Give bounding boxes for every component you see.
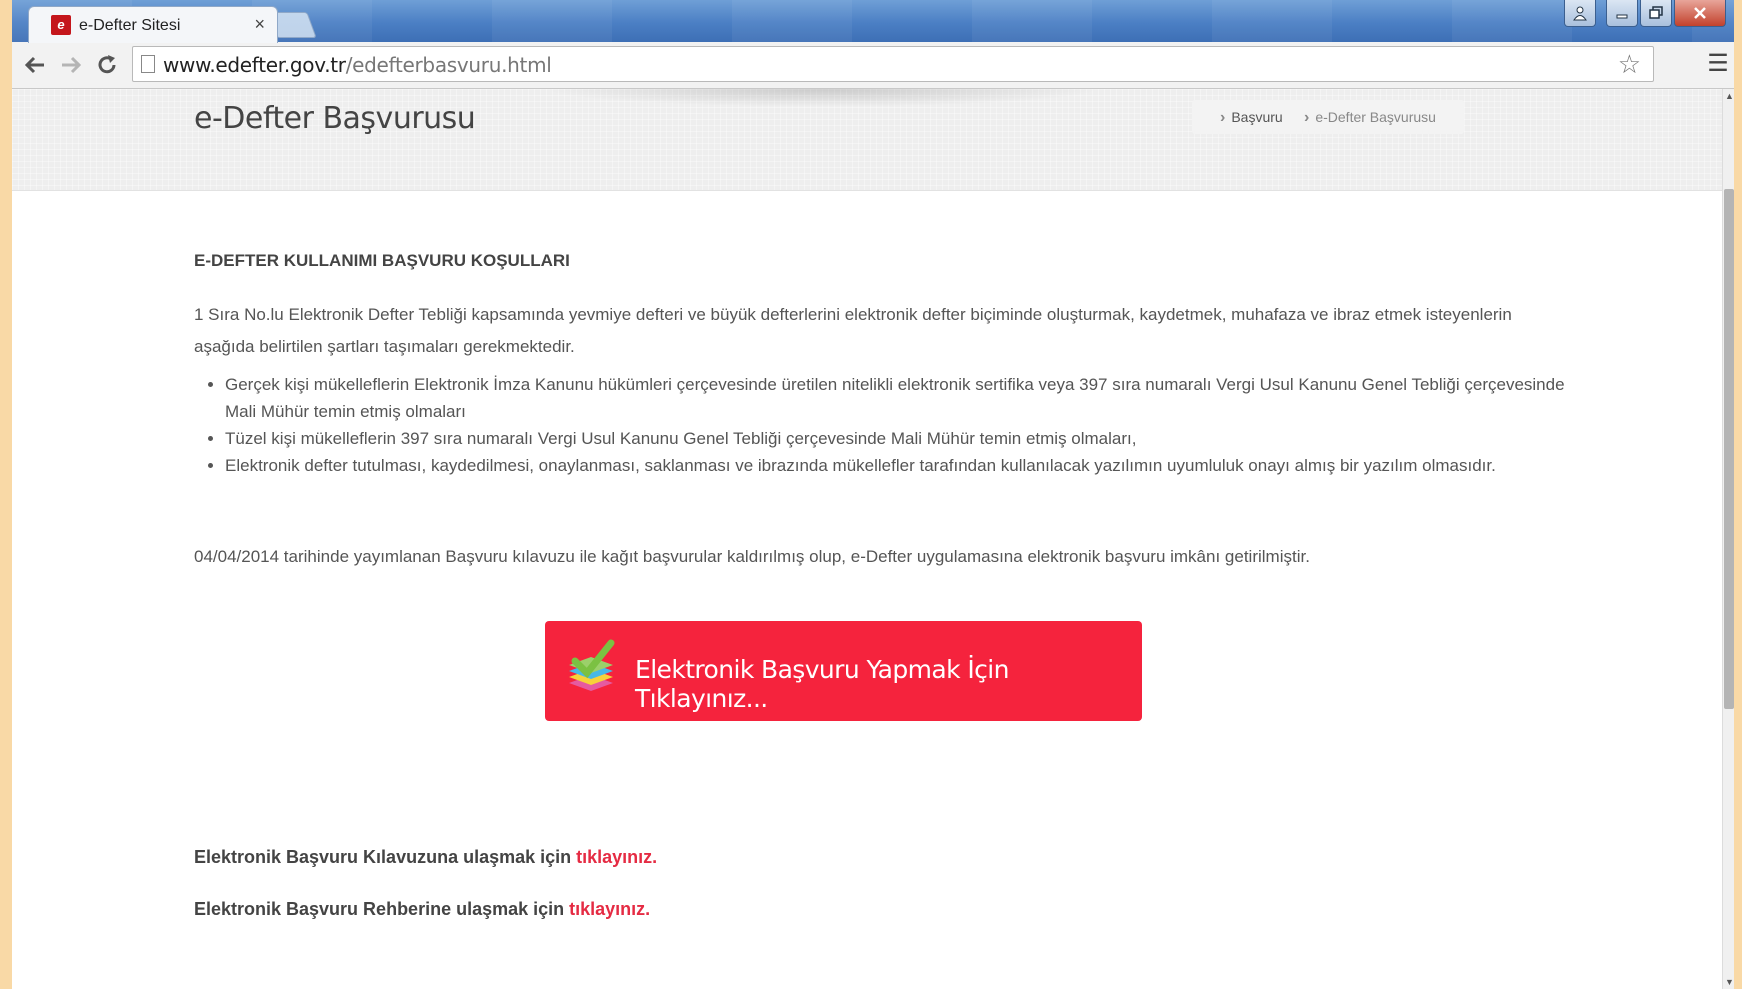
checklist-books-icon <box>569 639 615 691</box>
manual-link[interactable]: tıklayınız. <box>569 899 650 919</box>
manual-line: Elektronik Başvuru Rehberine ulaşmak içi… <box>194 899 651 919</box>
reload-icon[interactable] <box>92 50 122 80</box>
browser-toolbar: www.edefter.gov.tr/edefterbasvuru.html ☆… <box>12 42 1734 89</box>
list-item: Gerçek kişi mükelleflerin Elektronik İmz… <box>225 371 1565 425</box>
favicon-icon: e <box>51 15 71 35</box>
section-title: E-DEFTER KULLANIMI BAŞVURU KOŞULLARI <box>194 251 570 270</box>
browser-window: e e-Defter Sitesi × www.edefter.gov.tr/e… <box>12 0 1734 989</box>
list-item: Tüzel kişi mükelleflerin 397 sıra numara… <box>225 425 1565 452</box>
title-bar: e e-Defter Sitesi × <box>12 0 1734 43</box>
url-text[interactable]: www.edefter.gov.tr/edefterbasvuru.html <box>163 53 552 77</box>
window-controls <box>1564 0 1726 28</box>
maximize-icon[interactable] <box>1640 0 1672 27</box>
arrow-right-icon[interactable] <box>56 50 86 80</box>
guide-link[interactable]: tıklayınız. <box>576 847 657 867</box>
breadcrumb-item-basvuru[interactable]: › Başvuru <box>1220 100 1283 135</box>
conditions-list: Gerçek kişi mükelleflerin Elektronik İmz… <box>194 371 1565 479</box>
apply-button[interactable]: Elektronik Başvuru Yapmak İçin Tıklayını… <box>545 621 1142 721</box>
scrollbar-thumb[interactable] <box>1724 189 1734 709</box>
breadcrumb: › Başvuru › e-Defter Başvurusu <box>1192 100 1464 134</box>
user-icon[interactable] <box>1564 0 1596 27</box>
star-icon[interactable]: ☆ <box>1618 49 1641 80</box>
tab-close-icon[interactable]: × <box>254 14 265 35</box>
minimize-icon[interactable] <box>1606 0 1638 27</box>
page-title: e-Defter Başvurusu <box>194 101 476 136</box>
note-text: 04/04/2014 tarihinde yayımlanan Başvuru … <box>194 547 1310 566</box>
breadcrumb-item-current: › e-Defter Başvurusu <box>1304 109 1436 126</box>
tab-title: e-Defter Sitesi <box>79 17 181 34</box>
chevron-right-icon: › <box>1304 109 1310 126</box>
list-item: Elektronik defter tutulması, kaydedilmes… <box>225 452 1565 479</box>
arrow-left-icon[interactable] <box>20 50 50 80</box>
chevron-right-icon: › <box>1220 109 1226 126</box>
intro-text: 1 Sıra No.lu Elektronik Defter Tebliği k… <box>194 305 1512 356</box>
page-header: e-Defter Başvurusu › Başvuru › e-Defter Ba… <box>12 89 1722 191</box>
scroll-up-icon[interactable]: ▲ <box>1725 91 1734 101</box>
header-shadow <box>542 89 1102 107</box>
page-icon <box>141 55 155 73</box>
apply-button-label: Elektronik Başvuru Yapmak İçin Tıklayını… <box>635 655 1009 713</box>
vertical-scrollbar[interactable]: ▲ ▼ <box>1722 89 1734 989</box>
address-bar[interactable]: www.edefter.gov.tr/edefterbasvuru.html ☆ <box>132 46 1654 82</box>
browser-tab[interactable]: e e-Defter Sitesi × <box>28 6 278 43</box>
scroll-down-icon[interactable]: ▼ <box>1725 977 1734 987</box>
close-icon[interactable] <box>1674 0 1726 27</box>
hamburger-menu-icon[interactable]: ☰ <box>1706 50 1730 78</box>
guide-line: Elektronik Başvuru Kılavuzuna ulaşmak iç… <box>194 847 658 867</box>
page-viewport: e-Defter Başvurusu › Başvuru › e-Defter Ba… <box>12 89 1722 989</box>
